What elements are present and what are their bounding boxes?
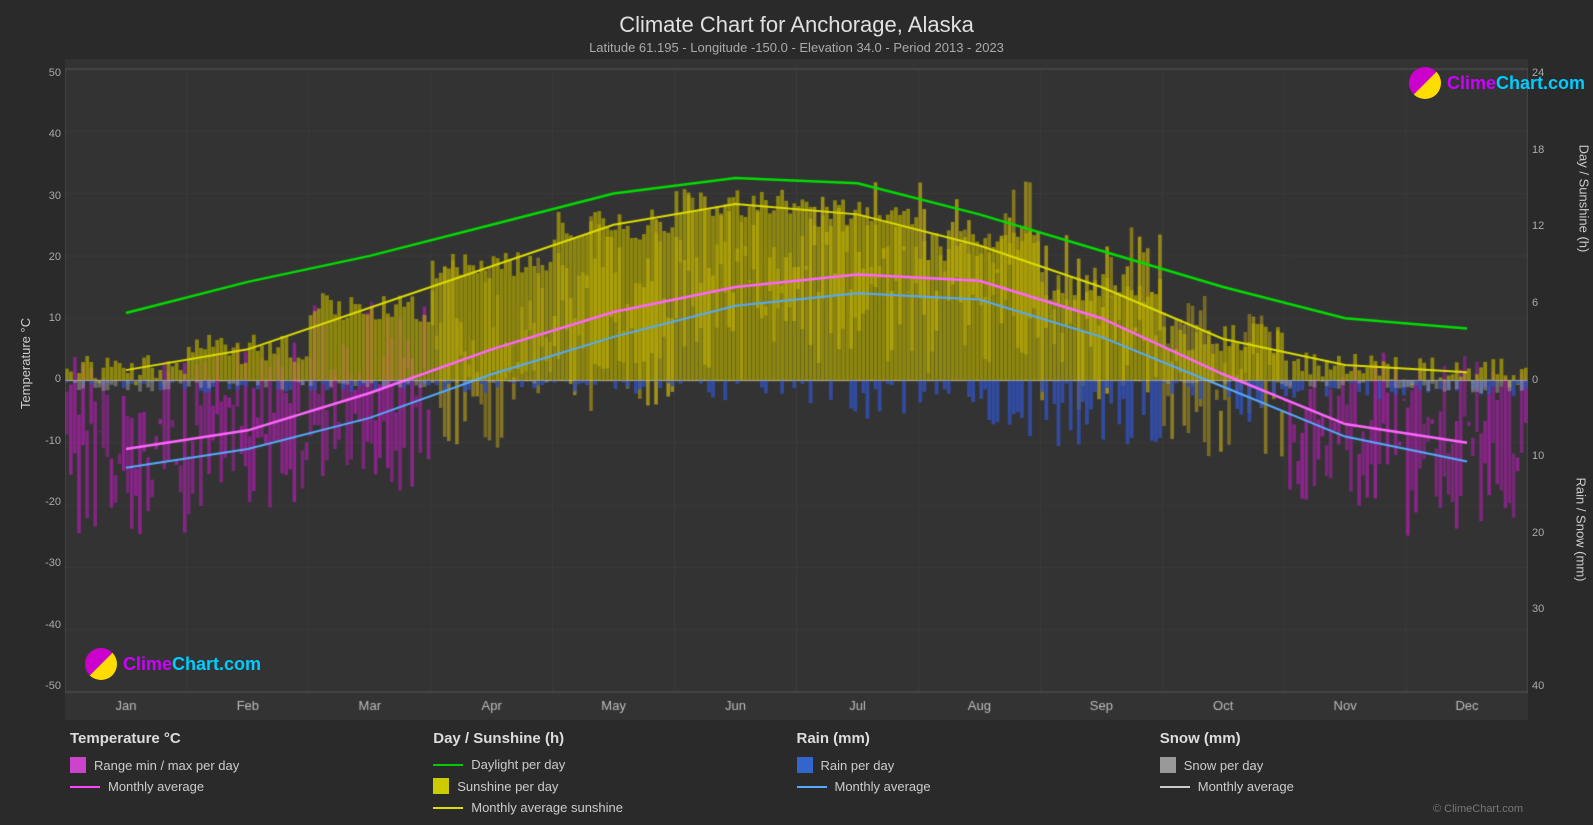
legend-snow-avg-icon bbox=[1160, 786, 1190, 788]
legend-daylight-icon bbox=[433, 764, 463, 766]
legend-section: Temperature °C Range min / max per day M… bbox=[0, 720, 1593, 825]
chart-subtitle: Latitude 61.195 - Longitude -150.0 - Ele… bbox=[0, 40, 1593, 55]
legend-temp-range-label: Range min / max per day bbox=[94, 758, 239, 773]
legend-snow-title: Snow (mm) bbox=[1160, 730, 1523, 747]
legend-rain-avg-icon bbox=[797, 786, 827, 788]
legend-temp-title: Temperature °C bbox=[70, 730, 433, 747]
legend-temp-avg-label: Monthly average bbox=[108, 779, 204, 794]
legend-temp-avg-icon bbox=[70, 786, 100, 788]
y-tick-6: 6 bbox=[1532, 297, 1538, 309]
title-section: Climate Chart for Anchorage, Alaska Lati… bbox=[0, 0, 1593, 59]
y-tick-minus50: -50 bbox=[45, 680, 61, 692]
y-tick-minus10: -10 bbox=[45, 435, 61, 447]
legend-sunshine-avg: Monthly average sunshine bbox=[433, 800, 796, 815]
logo-top-right: ClimeChart.com bbox=[1409, 67, 1585, 99]
legend-rain-bar-label: Rain per day bbox=[821, 758, 895, 773]
legend-snow-bar: Snow per day bbox=[1160, 757, 1523, 773]
logo-bottom-left: ClimeChart.com bbox=[85, 648, 261, 680]
y-axis-right-sunshine: 24 18 12 6 0 10 20 30 40 Day / Sunshine … bbox=[1528, 59, 1583, 720]
legend-rain-bar-icon bbox=[797, 757, 813, 773]
y-axis-left: Temperature °C 50 40 30 20 10 0 -10 -20 … bbox=[10, 59, 65, 720]
legend-snow: Snow (mm) Snow per day Monthly average ©… bbox=[1160, 730, 1523, 815]
chart-canvas-container: ClimeChart.com bbox=[65, 59, 1528, 720]
y-tick-minus30: -30 bbox=[45, 557, 61, 569]
y-tick-30-rain: 30 bbox=[1532, 603, 1544, 615]
logo-circle-top bbox=[1409, 67, 1441, 99]
legend-snow-bar-label: Snow per day bbox=[1184, 758, 1264, 773]
legend-temp-avg: Monthly average bbox=[70, 779, 433, 794]
legend-rain-avg-label: Monthly average bbox=[835, 779, 931, 794]
legend-rain: Rain (mm) Rain per day Monthly average bbox=[797, 730, 1160, 815]
copyright: © ClimeChart.com bbox=[1433, 803, 1523, 815]
legend-snow-avg: Monthly average bbox=[1160, 779, 1523, 794]
logo-text-top: ClimeChart.com bbox=[1447, 73, 1585, 94]
logo-text-bottom: ClimeChart.com bbox=[123, 654, 261, 675]
legend-daylight: Daylight per day bbox=[433, 757, 796, 772]
legend-sunshine-bar-label: Sunshine per day bbox=[457, 779, 558, 794]
y-tick-40: 40 bbox=[49, 128, 61, 140]
legend-snow-bar-icon bbox=[1160, 757, 1176, 773]
y-tick-18: 18 bbox=[1532, 144, 1544, 156]
y-tick-0-right: 0 bbox=[1532, 374, 1538, 386]
legend-sunshine-bar-icon bbox=[433, 778, 449, 794]
y-tick-30: 30 bbox=[49, 190, 61, 202]
legend-daylight-label: Daylight per day bbox=[471, 757, 565, 772]
y-label-temperature: Temperature °C bbox=[18, 318, 33, 409]
y-tick-12: 12 bbox=[1532, 220, 1544, 232]
y-tick-0: 0 bbox=[55, 373, 61, 385]
legend-snow-avg-label: Monthly average bbox=[1198, 779, 1294, 794]
y-tick-50: 50 bbox=[49, 67, 61, 79]
y-tick-minus40: -40 bbox=[45, 619, 61, 631]
legend-temp-range-icon bbox=[70, 757, 86, 773]
y-tick-20-rain: 20 bbox=[1532, 527, 1544, 539]
logo-circle-bottom bbox=[85, 648, 117, 680]
y-tick-10-rain: 10 bbox=[1532, 450, 1544, 462]
legend-sunshine-avg-label: Monthly average sunshine bbox=[471, 800, 623, 815]
chart-area-wrapper: ClimeChart.com Temperature °C 50 40 30 2… bbox=[0, 59, 1593, 720]
y-tick-10: 10 bbox=[49, 312, 61, 324]
y-tick-20: 20 bbox=[49, 251, 61, 263]
y-label-rain: Rain / Snow (mm) bbox=[1573, 477, 1588, 581]
chart-title: Climate Chart for Anchorage, Alaska bbox=[0, 12, 1593, 38]
legend-sunshine: Day / Sunshine (h) Daylight per day Suns… bbox=[433, 730, 796, 815]
y-tick-minus20: -20 bbox=[45, 496, 61, 508]
y-tick-40-rain: 40 bbox=[1532, 680, 1544, 692]
main-chart-canvas bbox=[65, 59, 1528, 720]
legend-temperature: Temperature °C Range min / max per day M… bbox=[70, 730, 433, 815]
main-container: Climate Chart for Anchorage, Alaska Lati… bbox=[0, 0, 1593, 825]
legend-sunshine-avg-icon bbox=[433, 807, 463, 809]
legend-rain-avg: Monthly average bbox=[797, 779, 1160, 794]
legend-rain-title: Rain (mm) bbox=[797, 730, 1160, 747]
y-label-sunshine: Day / Sunshine (h) bbox=[1577, 145, 1592, 253]
legend-temp-range: Range min / max per day bbox=[70, 757, 433, 773]
legend-sunshine-bar: Sunshine per day bbox=[433, 778, 796, 794]
legend-sunshine-title: Day / Sunshine (h) bbox=[433, 730, 796, 747]
legend-rain-bar: Rain per day bbox=[797, 757, 1160, 773]
